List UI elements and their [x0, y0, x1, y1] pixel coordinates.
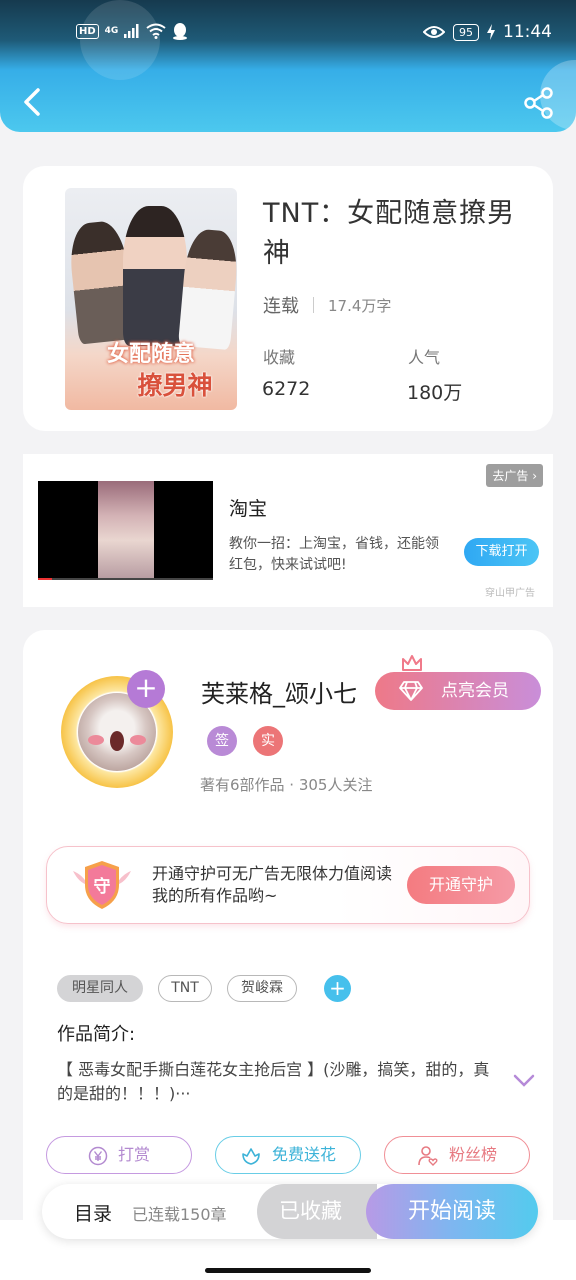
fans-ranking-button[interactable]: 粉丝榜 [384, 1136, 530, 1174]
ad-video-progress [38, 578, 213, 580]
home-indicator[interactable] [205, 1268, 371, 1273]
book-status: 连载 [263, 296, 299, 317]
wifi-icon [146, 23, 166, 39]
open-guard-button[interactable]: 开通守护 [407, 866, 515, 904]
popularity-value: 180万 [407, 382, 463, 404]
word-count: 17.4万字 [328, 296, 392, 315]
intro-text: 【 恶毒女配手撕白莲花女主抢后宫 】(沙雕，搞笑，甜的，真的是甜的！！！)··· [57, 1060, 490, 1103]
author-name: 芙莱格_颂小七 [201, 680, 357, 708]
favorites-value: 6272 [262, 378, 311, 400]
reward-button[interactable]: 打赏 [46, 1136, 192, 1174]
intro-label: 作品简介: [57, 1024, 136, 1045]
user-heart-icon [418, 1145, 438, 1166]
network-type: 4G [104, 26, 119, 36]
ad-video-frame [98, 481, 154, 580]
ad-source: 穿山甲广告 [485, 588, 535, 599]
author-stats: 著有6部作品 · 305人关注 [200, 776, 373, 794]
chapter-count[interactable]: 已连载150章 [132, 1201, 227, 1225]
top-bar: HD 4G 95 11:44 [0, 0, 576, 132]
signed-badge: 签 [207, 726, 237, 756]
vip-button[interactable]: 点亮会员 [375, 672, 541, 710]
free-flower-label: 免费送花 [271, 1145, 336, 1164]
fans-ranking-label: 粉丝榜 [448, 1145, 497, 1164]
yen-coin-icon [88, 1146, 108, 1165]
author-card: + 芙莱格_颂小七 点亮会员 签 实 著有6部作品 · 305人关注 守 开通守… [23, 630, 553, 1280]
book-title: TNT：女配随意撩男神 [263, 198, 516, 269]
cover-title-top: 女配随意 [106, 342, 195, 367]
tag-item[interactable]: 贺峻霖 [227, 975, 297, 1002]
qq-icon [173, 23, 188, 40]
reward-label: 打赏 [117, 1145, 150, 1164]
book-meta: 连载 17.4万字 [263, 292, 391, 318]
toc-button[interactable]: 目录 [74, 1199, 112, 1226]
remove-ad-button[interactable]: 去广告 › [486, 464, 543, 487]
hd-indicator: HD [76, 23, 99, 39]
tag-item[interactable]: TNT [158, 975, 212, 1002]
cover-figure [177, 227, 237, 351]
expand-chevron-icon[interactable] [513, 1074, 535, 1088]
book-cover[interactable]: 女配随意 撩男神 [65, 188, 237, 410]
back-button[interactable] [18, 84, 48, 120]
clock: 11:44 [503, 22, 552, 42]
battery-level: 95 [453, 23, 479, 41]
book-info-card: 女配随意 撩男神 TNT：女配随意撩男神 连载 17.4万字 收藏 6272 人… [23, 166, 553, 431]
cover-figure [123, 206, 187, 346]
tag-item[interactable]: 明星同人 [57, 975, 143, 1002]
guard-icon-char: 守 [94, 876, 111, 897]
charging-icon [487, 24, 495, 40]
vip-label: 点亮会员 [441, 681, 509, 701]
ad-description: 教你一招：上淘宝，省钱，还能领红包，快来试试吧! [229, 536, 439, 573]
popularity-label: 人气 [408, 348, 441, 367]
ad-app-name: 淘宝 [229, 498, 268, 520]
collected-button[interactable]: 已收藏 [257, 1184, 377, 1239]
guard-text: 开通守护可无广告无限体力值阅读我的所有作品哟~ [152, 864, 393, 905]
status-bar: HD 4G 95 11:44 [0, 0, 576, 60]
add-tag-button[interactable]: + [324, 975, 351, 1002]
eye-icon [423, 26, 445, 38]
share-button[interactable] [522, 86, 556, 120]
flower-icon [242, 1147, 260, 1165]
free-flower-button[interactable]: 免费送花 [215, 1136, 361, 1174]
crown-icon [402, 655, 422, 671]
ad-banner[interactable]: 去广告 › 淘宝 教你一招：上淘宝，省钱，还能领红包，快来试试吧! 下载打开 穿… [23, 454, 553, 607]
follow-author-button[interactable]: + [127, 670, 165, 708]
verified-badge: 实 [253, 726, 283, 756]
ad-download-button[interactable]: 下载打开 [464, 538, 539, 566]
bottom-action-bar: 目录 已连载150章 已收藏 开始阅读 [42, 1184, 538, 1239]
guard-banner[interactable]: 守 开通守护可无广告无限体力值阅读我的所有作品哟~ 开通守护 [46, 846, 530, 924]
divider [313, 297, 314, 313]
favorites-label: 收藏 [263, 348, 296, 367]
signal-icon [124, 24, 139, 38]
ad-video[interactable] [38, 481, 213, 580]
cover-title-bottom: 撩男神 [137, 371, 213, 400]
start-reading-button[interactable]: 开始阅读 [366, 1184, 538, 1239]
diamond-icon [399, 681, 423, 701]
guard-shield-icon: 守 [73, 861, 131, 909]
